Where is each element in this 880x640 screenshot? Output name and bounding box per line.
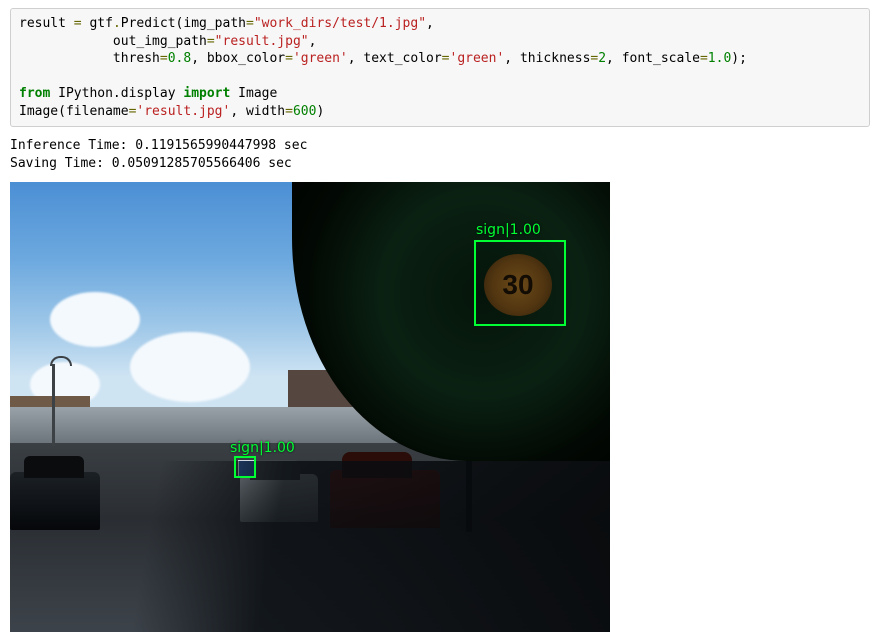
code-token: gtf [82, 16, 113, 31]
code-string: 'green' [450, 51, 505, 66]
code-token: , width [230, 104, 285, 119]
code-number: 2 [598, 51, 606, 66]
code-cell[interactable]: result = gtf.Predict(img_path="work_dirs… [10, 8, 870, 127]
scene-shadow [10, 461, 610, 632]
code-token: , text_color [348, 51, 442, 66]
scene-cloud [130, 332, 250, 402]
code-token: result [19, 16, 74, 31]
code-token: IPython.display [50, 86, 183, 101]
code-string: 'result.jpg' [136, 104, 230, 119]
stdout-output: Inference Time: 0.1191565990447998 sec S… [10, 137, 870, 173]
code-token: thresh [19, 51, 160, 66]
code-number: 0.8 [168, 51, 191, 66]
code-token: ) [316, 104, 324, 119]
code-string: "work_dirs/test/1.jpg" [254, 16, 426, 31]
code-token: = [700, 51, 708, 66]
code-token: , bbox_color [191, 51, 285, 66]
code-keyword: from [19, 86, 50, 101]
code-keyword: import [183, 86, 230, 101]
code-token: Image(filename [19, 104, 129, 119]
scene-cloud [50, 292, 140, 347]
code-token: , [309, 34, 317, 49]
detection-bbox [474, 240, 566, 326]
code-token: = [285, 104, 293, 119]
code-token: ); [731, 51, 747, 66]
code-token: = [160, 51, 168, 66]
code-token: Predict(img_path [121, 16, 246, 31]
detection-label: sign|1.00 [230, 440, 295, 456]
code-token: , thickness [504, 51, 590, 66]
code-token: = [442, 51, 450, 66]
scene-lamppost [52, 364, 55, 446]
code-token: = [207, 34, 215, 49]
code-number: 1.0 [708, 51, 731, 66]
code-string: 'green' [293, 51, 348, 66]
code-token: , font_scale [606, 51, 700, 66]
code-token: , [426, 16, 434, 31]
code-token: out_img_path [19, 34, 207, 49]
result-image: 30 sign|1.00 sign|1.00 [10, 182, 610, 632]
code-number: 600 [293, 104, 316, 119]
code-token: = [74, 16, 82, 31]
code-token: Image [230, 86, 277, 101]
code-token: = [246, 16, 254, 31]
detection-label: sign|1.00 [476, 222, 541, 238]
code-token: = [285, 51, 293, 66]
saving-time-line: Saving Time: 0.05091285705566406 sec [10, 156, 292, 171]
code-string: "result.jpg" [215, 34, 309, 49]
notebook-root: result = gtf.Predict(img_path="work_dirs… [0, 0, 880, 640]
detection-bbox [234, 456, 256, 478]
code-token: . [113, 16, 121, 31]
inference-time-line: Inference Time: 0.1191565990447998 sec [10, 138, 307, 153]
